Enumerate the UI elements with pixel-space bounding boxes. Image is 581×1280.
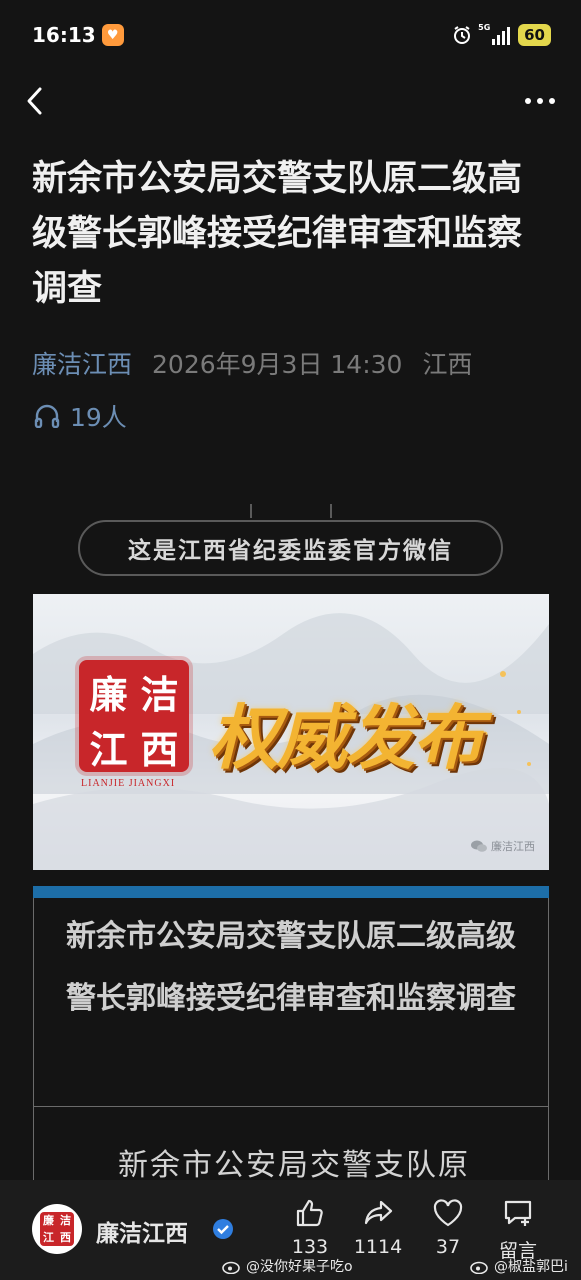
- content-divider: [33, 1106, 549, 1107]
- status-time: 16:13: [32, 23, 96, 47]
- divider-tick: [250, 504, 252, 518]
- divider-tick: [330, 504, 332, 518]
- weibo-icon: [222, 1261, 240, 1274]
- headphone-icon: [34, 404, 60, 428]
- share-count: 1114: [353, 1236, 403, 1258]
- banner-watermark: 廉洁江西: [471, 838, 535, 854]
- listen-button[interactable]: 19人: [34, 398, 127, 434]
- comment-button[interactable]: 留言: [488, 1196, 548, 1263]
- alarm-icon: [454, 26, 471, 44]
- heart-button[interactable]: 37: [418, 1196, 478, 1258]
- section-bar: [33, 886, 549, 898]
- publish-location: 江西: [422, 350, 473, 379]
- weibo-icon: [470, 1261, 488, 1274]
- more-options-icon[interactable]: [525, 96, 559, 106]
- content-lead: 新余市公安局交警支队原: [118, 1148, 470, 1183]
- like-count: 133: [291, 1236, 329, 1258]
- nav-bar: [0, 70, 581, 132]
- notification-badge-icon: ♥: [101, 24, 124, 46]
- heart-count: 37: [435, 1236, 461, 1258]
- share-icon: [364, 1200, 393, 1225]
- avatar[interactable]: 廉洁 江西: [32, 1204, 82, 1254]
- heart-icon: [433, 1199, 463, 1227]
- battery-indicator: 60: [518, 24, 551, 46]
- seal-subtitle: LIANJIE JIANGXI: [81, 778, 176, 789]
- back-arrow-icon[interactable]: [22, 83, 48, 119]
- status-bar: 16:13 ♥ 5G 60: [0, 0, 581, 70]
- bottom-account-name[interactable]: 廉洁江西: [96, 1214, 188, 1248]
- content-heading: 新余市公安局交警支队原二级高级警长郭峰接受纪律审查和监察调查: [66, 919, 516, 1016]
- signal-icon: 5G: [478, 23, 511, 45]
- network-type: 5G: [478, 23, 491, 32]
- listener-count: 19人: [70, 403, 127, 432]
- banner-image: 廉洁 江西 LIANJIE JIANGXI 权威发布 廉洁江西: [33, 594, 549, 870]
- article-title: 新余市公安局交警支队原二级高级警长郭峰接受纪律审查和监察调查: [32, 159, 523, 309]
- avatar-logo: 廉洁 江西: [40, 1212, 74, 1246]
- comment-icon: [504, 1200, 532, 1226]
- share-button[interactable]: 1114: [348, 1196, 408, 1258]
- banner-headline: 权威发布: [209, 697, 483, 779]
- article-meta: 廉洁江西 2026年9月3日 14:30 江西: [32, 345, 472, 381]
- weibo-watermark-left: @没你好果子吃o: [222, 1256, 353, 1276]
- publish-datetime: 2026年9月3日 14:30: [152, 350, 403, 379]
- status-icons: 5G 60: [452, 23, 551, 46]
- thumbs-up-icon: [296, 1199, 323, 1227]
- like-button[interactable]: 133: [280, 1196, 340, 1258]
- verified-icon: [213, 1219, 233, 1239]
- official-account-pill: 这是江西省纪委监委官方微信: [78, 520, 503, 576]
- wechat-icon: [471, 840, 487, 852]
- weibo-watermark-right: @椒盐郭巴i: [470, 1256, 568, 1276]
- account-link[interactable]: 廉洁江西: [32, 345, 132, 381]
- lianjie-seal-logo: 廉洁 江西: [79, 660, 189, 772]
